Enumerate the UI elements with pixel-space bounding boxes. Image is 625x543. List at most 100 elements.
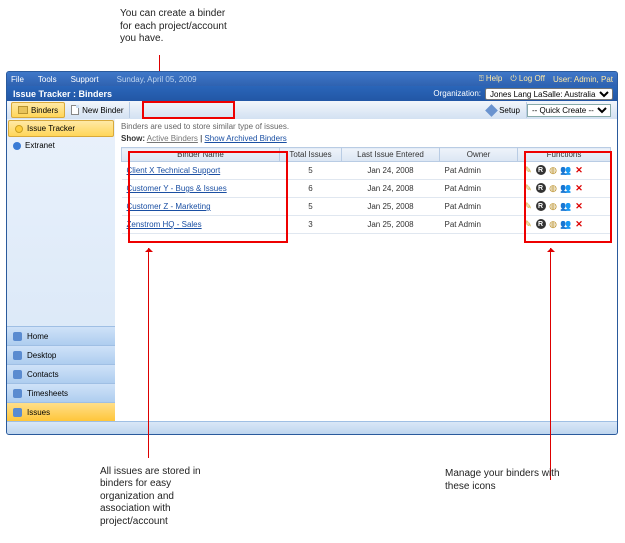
binder-link[interactable]: Zenstrom HQ - Sales	[127, 220, 202, 229]
delete-icon[interactable]: ✕	[574, 165, 585, 176]
delete-icon[interactable]: ✕	[574, 183, 585, 194]
contacts-icon	[13, 370, 22, 379]
col-owner[interactable]: Owner	[440, 148, 518, 162]
nav-contacts[interactable]: Contacts	[7, 364, 115, 383]
delete-icon[interactable]: ✕	[574, 201, 585, 212]
annotation-arrow-bl	[148, 248, 149, 458]
bulb-icon	[15, 125, 23, 133]
globe-icon[interactable]: ◍	[548, 165, 559, 176]
report-icon[interactable]: R	[536, 183, 546, 193]
hint-text: Binders are used to store similar type o…	[115, 119, 617, 134]
sidebar: Issue Tracker Extranet Home Desktop Cont…	[7, 119, 115, 421]
nav-desktop[interactable]: Desktop	[7, 345, 115, 364]
toolbar-binders-button[interactable]: Binders	[11, 102, 65, 118]
status-bar	[7, 421, 617, 434]
globe-icon[interactable]: ◍	[548, 201, 559, 212]
report-icon[interactable]: R	[536, 165, 546, 175]
setup-icon	[485, 104, 498, 117]
binder-link[interactable]: Customer Z - Marketing	[127, 202, 211, 211]
annotation-arrow-br	[550, 248, 551, 480]
annotation-bottom-right: Manage your binders with these icons	[445, 468, 565, 493]
binder-link[interactable]: Customer Y - Bugs & Issues	[127, 184, 227, 193]
cell-total: 6	[280, 180, 342, 198]
menu-support[interactable]: Support	[71, 75, 99, 84]
toolbar-binders-label: Binders	[31, 106, 58, 115]
annotation-top: You can create a binder for each project…	[120, 8, 230, 46]
edit-icon[interactable]: ✎	[523, 183, 534, 194]
people-icon[interactable]: 👥	[561, 165, 572, 176]
nav-label: Desktop	[27, 351, 56, 360]
cell-last: Jan 25, 2008	[342, 216, 440, 234]
org-label: Organization:	[433, 89, 481, 98]
cell-last: Jan 24, 2008	[342, 180, 440, 198]
nav-label: Home	[27, 332, 48, 341]
sidebar-item-label: Issue Tracker	[27, 124, 75, 133]
col-total-issues[interactable]: Total Issues	[280, 148, 342, 162]
org-select[interactable]: Jones Lang LaSalle: Australia	[485, 88, 613, 100]
nav-issues[interactable]: Issues	[7, 402, 115, 421]
cell-owner: Pat Admin	[440, 216, 518, 234]
cell-total: 5	[280, 198, 342, 216]
logoff-link[interactable]: ⏻ Log Off	[510, 74, 545, 84]
nav-label: Issues	[27, 408, 50, 417]
desktop-icon	[13, 351, 22, 360]
nav-home[interactable]: Home	[7, 326, 115, 345]
sidebar-item-issue-tracker[interactable]: Issue Tracker	[8, 120, 114, 137]
table-row: Zenstrom HQ - Sales 3Jan 25, 2008Pat Admi…	[122, 216, 611, 234]
sidebar-item-label: Extranet	[25, 141, 55, 150]
titlebar: Issue Tracker : Binders Organization: Jo…	[7, 86, 617, 101]
user-info: User: Admin, Pat	[553, 75, 613, 84]
binders-table: Binder Name Total Issues Last Issue Ente…	[121, 147, 611, 234]
nav-label: Contacts	[27, 370, 59, 379]
report-icon[interactable]: R	[536, 201, 546, 211]
binder-link[interactable]: Client X Technical Support	[127, 166, 221, 175]
col-binder-name[interactable]: Binder Name	[122, 148, 280, 162]
cell-last: Jan 25, 2008	[342, 198, 440, 216]
help-link[interactable]: ⍰ Help	[479, 74, 502, 84]
show-archived-binders[interactable]: Show Archived Binders	[204, 134, 286, 143]
quick-create-select[interactable]: -- Quick Create --	[527, 104, 611, 117]
globe-icon	[13, 142, 21, 150]
help-label: Help	[486, 74, 502, 83]
sidebar-item-extranet[interactable]: Extranet	[7, 138, 115, 153]
edit-icon[interactable]: ✎	[523, 165, 534, 176]
delete-icon[interactable]: ✕	[574, 219, 585, 230]
people-icon[interactable]: 👥	[561, 183, 572, 194]
table-row: Customer Y - Bugs & Issues 6Jan 24, 2008P…	[122, 180, 611, 198]
edit-icon[interactable]: ✎	[523, 219, 534, 230]
edit-icon[interactable]: ✎	[523, 201, 534, 212]
show-filter: Show: Active Binders | Show Archived Bin…	[115, 134, 617, 147]
main-panel: Binders are used to store similar type o…	[115, 119, 617, 421]
issues-icon	[13, 408, 22, 417]
page-title: Issue Tracker : Binders	[13, 89, 112, 99]
report-icon[interactable]: R	[536, 219, 546, 229]
nav-timesheets[interactable]: Timesheets	[7, 383, 115, 402]
toolbar-new-binder-label: New Binder	[82, 106, 123, 115]
show-active-binders[interactable]: Active Binders	[147, 134, 198, 143]
binder-icon	[18, 106, 28, 114]
app-window: File Tools Support Sunday, April 05, 200…	[6, 71, 618, 435]
menu-file[interactable]: File	[11, 75, 24, 84]
table-row: Client X Technical Support5Jan 24, 2008P…	[122, 162, 611, 180]
toolbar-setup-button[interactable]: Setup	[481, 102, 527, 118]
cell-total: 3	[280, 216, 342, 234]
people-icon[interactable]: 👥	[561, 201, 572, 212]
logoff-label: Log Off	[519, 74, 545, 83]
new-doc-icon	[71, 105, 79, 115]
toolbar-new-binder-button[interactable]: New Binder	[65, 102, 130, 118]
show-label: Show:	[121, 134, 145, 143]
globe-icon[interactable]: ◍	[548, 219, 559, 230]
menubar: File Tools Support Sunday, April 05, 200…	[7, 72, 617, 86]
menu-tools[interactable]: Tools	[38, 75, 57, 84]
toolbar: Binders New Binder Setup -- Quick Create…	[7, 101, 617, 119]
cell-owner: Pat Admin	[440, 180, 518, 198]
annotation-bottom-left: All issues are stored in binders for eas…	[100, 466, 220, 529]
home-icon	[13, 332, 22, 341]
toolbar-setup-label: Setup	[499, 106, 520, 115]
people-icon[interactable]: 👥	[561, 219, 572, 230]
col-last-issue[interactable]: Last Issue Entered	[342, 148, 440, 162]
menubar-date: Sunday, April 05, 2009	[117, 75, 197, 84]
table-row: Customer Z - Marketing5Jan 25, 2008Pat A…	[122, 198, 611, 216]
clock-icon	[13, 389, 22, 398]
globe-icon[interactable]: ◍	[548, 183, 559, 194]
